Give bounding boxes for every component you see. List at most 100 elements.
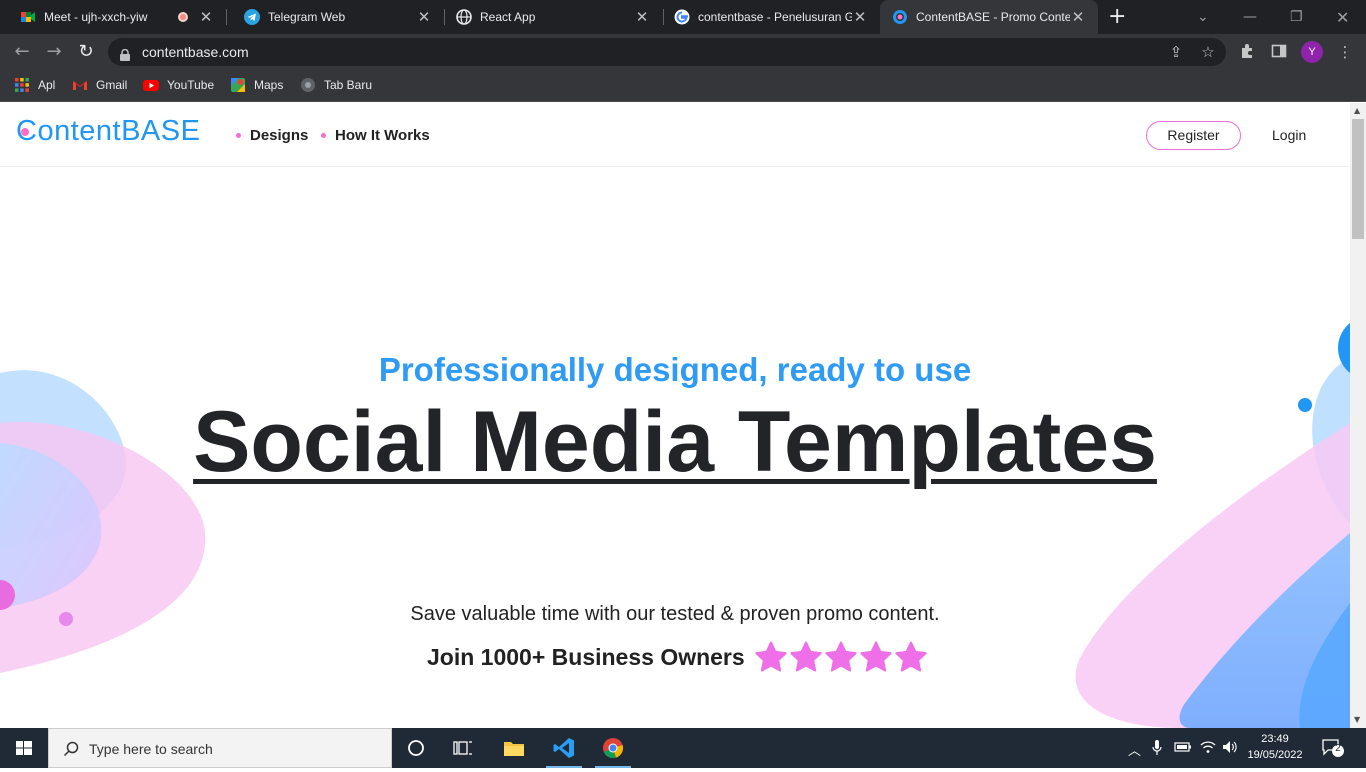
bookmark-youtube[interactable]: YouTube [143,77,214,93]
star-icon [860,641,892,672]
file-explorer-button[interactable] [492,728,536,768]
bookmark-maps[interactable]: Maps [230,77,283,93]
tab-search-icon[interactable]: ⌄ [1197,0,1209,34]
page-scrollbar[interactable]: ▲ ▼ [1350,103,1366,728]
hero-join-line: Join 1000+ Business Owners [427,640,929,674]
bookmark-gmail[interactable]: Gmail [72,77,127,93]
action-center-button[interactable]: 2 [1322,738,1344,758]
star-icon [895,641,927,672]
back-button[interactable]: ← [10,40,34,64]
side-panel-icon[interactable] [1270,43,1288,61]
nav-label: How It Works [335,127,430,144]
nav-how-it-works[interactable]: How It Works [321,127,430,144]
close-window-button[interactable]: ✕ [1336,0,1349,34]
tab-title: contentbase - Penelusuran G [698,10,852,24]
scrollbar-thumb[interactable] [1352,119,1364,239]
reload-button[interactable]: ↻ [74,40,98,64]
hero-subtitle: Professionally designed, ready to use [378,351,972,388]
nav-bullet-icon [236,133,241,138]
scroll-down-arrow-icon[interactable]: ▼ [1354,716,1362,724]
register-button[interactable]: Register [1146,121,1241,150]
cortana-icon [408,740,424,756]
system-clock[interactable]: 23:49 19/05/2022 [1240,731,1310,763]
bookmark-apps[interactable]: Apl [14,77,55,93]
bookmark-star-icon[interactable]: ☆ [1199,43,1217,61]
clock-date: 19/05/2022 [1247,749,1303,761]
nav-bullet-icon [321,133,326,138]
extensions-icon[interactable] [1238,43,1256,61]
close-tab-icon[interactable]: ✕ [634,8,650,26]
bookmark-label: Apl [38,78,56,92]
bookmark-label: Tab Baru [324,78,373,92]
vscode-icon [553,738,574,758]
site-header: ContentBASE Designs How It Works Registe… [0,103,1350,167]
star-icon [790,641,822,672]
share-icon[interactable]: ⇪ [1167,43,1185,61]
url-text: contentbase.com [142,44,249,60]
star-icon [825,641,857,672]
tab-title: React App [480,10,536,24]
volume-icon[interactable] [1222,740,1238,758]
clock-time: 23:49 [1261,733,1289,745]
folder-icon [504,742,524,756]
forward-button[interactable]: → [42,40,66,64]
close-tab-icon[interactable]: ✕ [416,8,432,26]
restore-button[interactable]: ❐ [1290,0,1303,34]
address-bar[interactable]: contentbase.com ⇪ ☆ [108,38,1226,66]
tab-contentbase[interactable]: ContentBASE - Promo Conte ✕ [880,0,1098,34]
chrome-icon [603,738,624,759]
start-button[interactable] [0,728,48,768]
tab-google-search[interactable]: contentbase - Penelusuran G ✕ [654,0,880,34]
scroll-up-arrow-icon[interactable]: ▲ [1354,107,1362,115]
cortana-button[interactable] [394,728,438,768]
google-meet-icon [20,9,36,25]
globe-icon [456,9,472,25]
windows-taskbar: Type here to search ︿ 23:49 19/05/2022 2 [0,728,1366,768]
bookmark-label: Maps [254,78,284,92]
hero-title: Social Media Templates [0,393,1350,492]
show-hidden-icons-icon[interactable]: ︿ [1128,740,1141,759]
tab-title: Meet - ujh-xxch-yiw [44,10,148,24]
lock-icon [120,46,130,61]
close-tab-icon[interactable]: ✕ [198,8,214,26]
bookmark-new-tab[interactable]: Tab Baru [300,77,372,93]
microphone-icon[interactable] [1152,740,1162,760]
hero-title-text: Social Media Templates [193,394,1157,490]
new-tab-button[interactable]: + [1108,4,1126,30]
menu-kebab-icon[interactable]: ⋮ [1336,43,1354,61]
nav-designs[interactable]: Designs [236,127,308,144]
battery-icon[interactable] [1174,740,1192,758]
close-tab-icon[interactable]: ✕ [1070,8,1086,26]
bookmarks-bar: Apl Gmail YouTube Maps Tab Baru [0,70,1366,102]
search-icon [63,741,79,757]
notification-count: 2 [1335,743,1341,754]
globe-icon [300,77,316,93]
gmail-icon [72,77,88,93]
apps-grid-icon [14,77,30,93]
task-view-button[interactable] [441,728,485,768]
youtube-icon [143,77,159,93]
wifi-icon[interactable] [1200,740,1216,758]
rating-stars [754,640,929,674]
bookmark-label: Gmail [96,78,128,92]
close-tab-icon[interactable]: ✕ [852,8,868,26]
search-placeholder: Type here to search [89,741,213,757]
task-view-icon [453,741,472,755]
vscode-button[interactable] [542,728,586,768]
taskbar-search-box[interactable]: Type here to search [48,728,392,768]
login-link[interactable]: Login [1272,127,1306,143]
tab-telegram[interactable]: Telegram Web ✕ [224,0,444,34]
google-icon [674,9,690,25]
contentbase-logo[interactable]: ContentBASE [16,115,200,148]
logo-dot-icon [21,128,29,136]
chrome-button[interactable] [591,728,635,768]
recording-icon [178,12,188,22]
minimize-button[interactable]: — [1243,0,1257,34]
profile-avatar[interactable]: Y [1301,41,1323,63]
browser-toolbar: ← → ↻ contentbase.com ⇪ ☆ Y ⋮ [0,34,1366,70]
page-viewport: ContentBASE Designs How It Works Registe… [0,103,1350,728]
tab-react-app[interactable]: React App ✕ [436,0,662,34]
join-text: Join 1000+ Business Owners [427,643,745,670]
tab-meet[interactable]: Meet - ujh-xxch-yiw ✕ [0,0,226,34]
telegram-icon [244,9,260,25]
